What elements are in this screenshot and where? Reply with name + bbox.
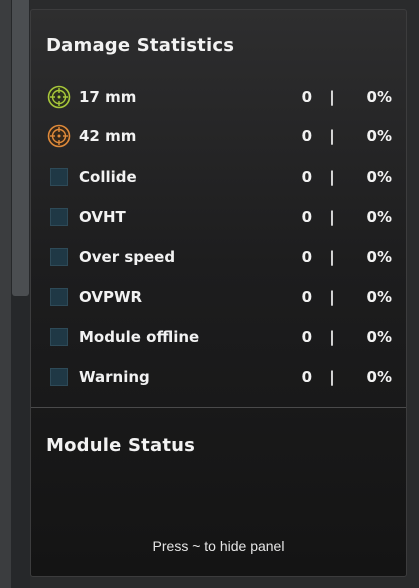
statistics-panel: Damage Statistics 17 mm 0 | 0% 42 mm 0 |…: [30, 9, 407, 577]
square-icon: [47, 285, 71, 309]
damage-row-ovht: OVHT 0 | 0%: [47, 203, 392, 231]
row-separator: |: [329, 208, 335, 226]
row-count: 0: [301, 368, 312, 386]
row-label: 42 mm: [79, 127, 137, 145]
row-separator: |: [329, 88, 335, 106]
row-count: 0: [301, 208, 312, 226]
row-count: 0: [301, 248, 312, 266]
row-percent: 0%: [366, 288, 392, 306]
row-percent: 0%: [366, 168, 392, 186]
square-icon: [47, 325, 71, 349]
row-separator: |: [329, 328, 335, 346]
row-label: Collide: [79, 168, 137, 186]
row-percent: 0%: [366, 368, 392, 386]
row-count: 0: [301, 288, 312, 306]
row-count: 0: [301, 168, 312, 186]
row-percent: 0%: [366, 208, 392, 226]
row-percent: 0%: [366, 328, 392, 346]
row-label: 17 mm: [79, 88, 137, 106]
damage-row-42mm: 42 mm 0 | 0%: [47, 122, 392, 150]
row-separator: |: [329, 168, 335, 186]
row-percent: 0%: [366, 127, 392, 145]
left-edge: [0, 0, 11, 588]
square-icon: [47, 245, 71, 269]
damage-row-collide: Collide 0 | 0%: [47, 163, 392, 191]
square-icon: [47, 365, 71, 389]
damage-row-warning: Warning 0 | 0%: [47, 363, 392, 391]
damage-row-17mm: 17 mm 0 | 0%: [47, 83, 392, 111]
row-separator: |: [329, 127, 335, 145]
row-count: 0: [301, 127, 312, 145]
damage-row-over-speed: Over speed 0 | 0%: [47, 243, 392, 271]
row-separator: |: [329, 368, 335, 386]
row-label: OVPWR: [79, 288, 143, 306]
screen: Damage Statistics 17 mm 0 | 0% 42 mm 0 |…: [0, 0, 419, 588]
damage-row-module-offline: Module offline 0 | 0%: [47, 323, 392, 351]
section-divider: [31, 407, 406, 408]
damage-row-ovpwr: OVPWR 0 | 0%: [47, 283, 392, 311]
row-label: Over speed: [79, 248, 176, 266]
damage-statistics-title: Damage Statistics: [46, 35, 235, 56]
row-separator: |: [329, 288, 335, 306]
row-separator: |: [329, 248, 335, 266]
square-icon: [47, 165, 71, 189]
square-icon: [47, 205, 71, 229]
row-label: Warning: [79, 368, 150, 386]
row-percent: 0%: [366, 88, 392, 106]
row-count: 0: [301, 88, 312, 106]
scrollbar-thumb[interactable]: [12, 0, 29, 296]
hide-panel-hint: Press ~ to hide panel: [152, 538, 285, 554]
row-count: 0: [301, 328, 312, 346]
row-label: Module offline: [79, 328, 200, 346]
module-status-title: Module Status: [46, 435, 196, 456]
crosshair-green-icon: [47, 85, 71, 109]
row-label: OVHT: [79, 208, 126, 226]
crosshair-orange-icon: [47, 124, 71, 148]
row-percent: 0%: [366, 248, 392, 266]
